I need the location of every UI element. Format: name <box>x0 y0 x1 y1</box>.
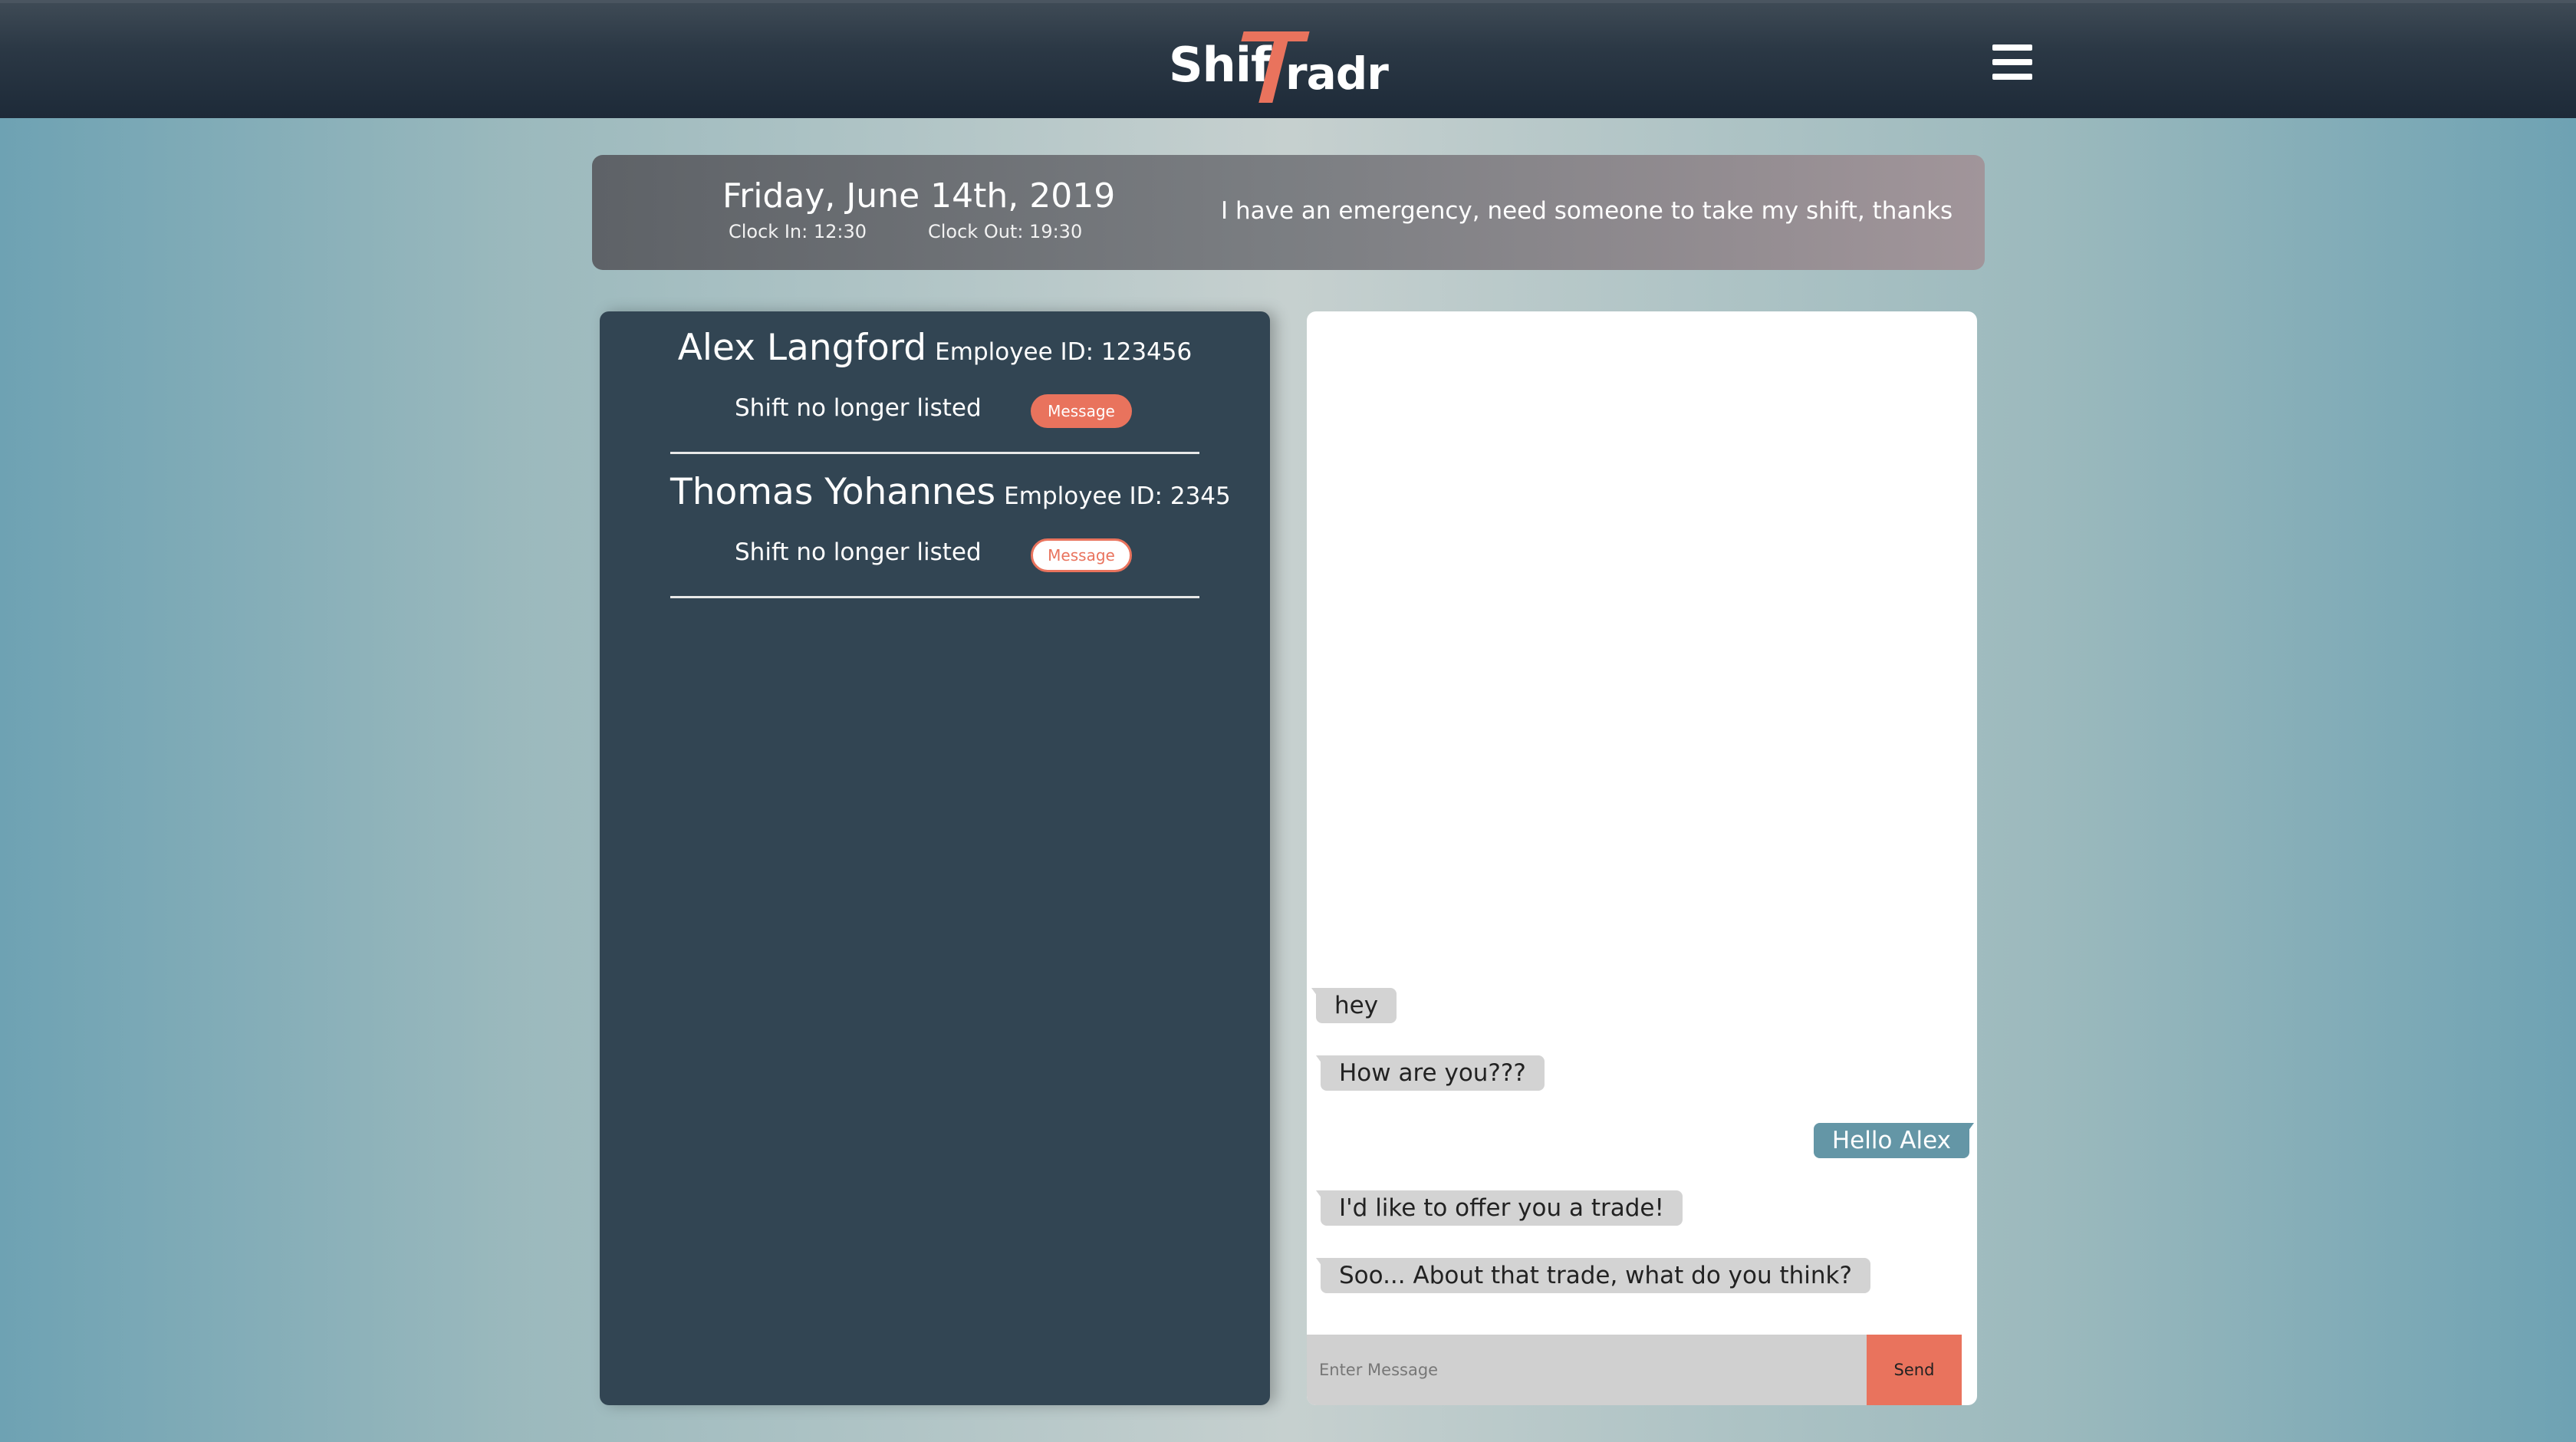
trader-header: Thomas Yohannes Employee ID: 2345 <box>670 471 1231 513</box>
trader-shift-status: Shift no longer listed <box>735 538 982 566</box>
outgoing-message-bubble: Hello Alex <box>1813 1123 1975 1158</box>
trader-card: Alex Langford Employee ID: 123456 Shift … <box>670 311 1199 454</box>
shiftradr-logo[interactable]: Shif radr <box>1167 26 1390 103</box>
chat-panel: hey How are you??? Hello Alex I'd like t… <box>1307 311 1977 1405</box>
incoming-message-bubble: Soo... About that trade, what do you thi… <box>1316 1258 1870 1293</box>
send-button[interactable]: Send <box>1867 1335 1962 1405</box>
incoming-message-bubble: How are you??? <box>1316 1055 1545 1091</box>
hamburger-line <box>1992 59 2032 65</box>
trader-header: Alex Langford Employee ID: 123456 <box>670 327 1199 369</box>
trader-card: Thomas Yohannes Employee ID: 2345 Shift … <box>670 456 1231 598</box>
hamburger-line <box>1992 44 2032 51</box>
shift-note: I have an emergency, need someone to tak… <box>1221 197 1953 225</box>
incoming-message-bubble: I'd like to offer you a trade! <box>1316 1190 1683 1226</box>
trader-name: Alex Langford <box>677 327 927 369</box>
trader-employee-id: Employee ID: 2345 <box>1004 482 1231 510</box>
incoming-message-bubble: hey <box>1311 988 1397 1023</box>
logo-text-right: radr <box>1285 48 1389 100</box>
message-button[interactable]: Message <box>1031 394 1132 428</box>
logo-text-left: Shif <box>1169 37 1272 93</box>
trader-shift-status: Shift no longer listed <box>735 394 982 422</box>
message-composer: Send <box>1307 1335 1977 1405</box>
message-input[interactable] <box>1307 1335 1867 1405</box>
trader-employee-id: Employee ID: 123456 <box>935 338 1193 366</box>
trader-name: Thomas Yohannes <box>670 471 996 513</box>
hamburger-line <box>1992 74 2032 80</box>
shift-date: Friday, June 14th, 2019 <box>722 176 1116 216</box>
shift-details-card: Friday, June 14th, 2019 Clock In: 12:30 … <box>592 155 1985 270</box>
top-navigation-bar: Shif radr <box>0 0 2576 118</box>
clock-out-time: Clock Out: 19:30 <box>928 221 1083 242</box>
trade-offers-panel: Alex Langford Employee ID: 123456 Shift … <box>600 311 1270 1405</box>
hamburger-menu-icon[interactable] <box>1992 44 2032 80</box>
clock-in-time: Clock In: 12:30 <box>729 221 867 242</box>
message-button[interactable]: Message <box>1031 538 1132 572</box>
